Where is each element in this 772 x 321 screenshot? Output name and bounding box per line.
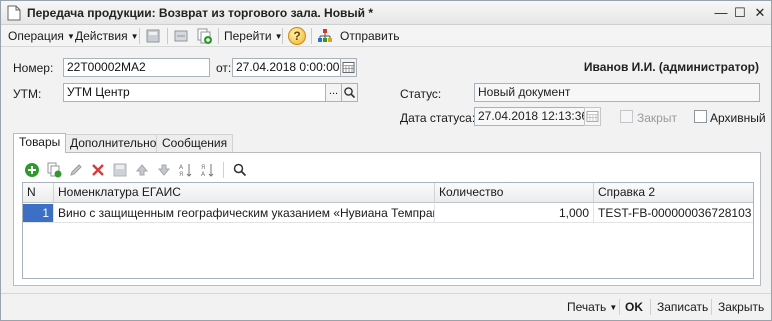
print-menu-label: Печать (567, 300, 607, 314)
document-icon (7, 5, 21, 21)
goto-menu-label: Перейти (224, 29, 272, 43)
tab-messages[interactable]: Сообщения (156, 134, 234, 152)
calendar-icon (342, 62, 355, 73)
minimize-button[interactable]: — (712, 4, 730, 21)
chevron-down-icon: ▼ (609, 303, 618, 312)
toolbar-divider (282, 28, 283, 44)
operation-menu-label: Операция (8, 29, 64, 43)
archived-label: Архивный (710, 111, 766, 125)
toolbar-divider (218, 28, 219, 44)
row-number-cell[interactable]: 1 (23, 204, 54, 223)
quantity-cell[interactable]: 1,000 (435, 204, 594, 223)
delete-row-icon[interactable] (90, 162, 106, 178)
toolbar-divider (139, 28, 140, 44)
utm-field[interactable]: УТМ Центр (63, 83, 326, 102)
post-document-icon[interactable] (144, 27, 162, 45)
move-up-icon[interactable] (134, 162, 150, 178)
title-bar: Передача продукции: Возврат из торгового… (1, 1, 771, 25)
status-date-field: 27.04.2018 12:13:36 (474, 107, 585, 126)
column-header-quantity[interactable]: Количество (435, 183, 594, 203)
actions-menu[interactable]: Действия ▼ (75, 28, 139, 44)
copy-document-icon[interactable] (195, 27, 213, 45)
number-field[interactable]: 22T00002MA2 (63, 58, 210, 77)
hierarchy-send-icon[interactable] (316, 27, 334, 45)
close-window-button[interactable]: ✕ (751, 4, 769, 21)
copy-row-icon[interactable] (46, 162, 62, 178)
status-calendar-button (584, 107, 601, 126)
status-date-label: Дата статуса: (400, 111, 476, 125)
column-header-nomenclature[interactable]: Номенклатура ЕГАИС (54, 183, 435, 203)
ok-button[interactable]: OK (625, 299, 643, 315)
nomenclature-cell[interactable]: Вино с защищенным географическим указани… (54, 204, 435, 223)
move-down-icon[interactable] (156, 162, 172, 178)
edit-row-icon[interactable] (68, 162, 84, 178)
utm-select-button[interactable]: ... (325, 83, 342, 102)
footer-divider (711, 299, 712, 315)
main-toolbar: Операция ▼ Действия ▼ Перейти ▼ ? Отправ… (1, 25, 771, 47)
panel-toolbar-divider (223, 162, 224, 178)
calendar-icon (586, 111, 599, 122)
search-icon (344, 87, 356, 99)
toolbar-divider (167, 28, 168, 44)
sort-descending-icon[interactable]: Я A (200, 162, 216, 178)
reference-cell[interactable]: TEST-FB-000000036728103 (594, 204, 753, 223)
maximize-button[interactable]: ☐ (731, 4, 749, 21)
column-header-reference[interactable]: Справка 2 (594, 183, 753, 203)
help-icon[interactable]: ? (288, 27, 306, 45)
goods-tab-panel: A Я Я A N Номенклатура ЕГАИС Количество … (13, 152, 761, 286)
footer-divider (619, 299, 620, 315)
footer-divider (650, 299, 651, 315)
svg-text:Я: Я (179, 171, 183, 178)
number-label: Номер: (13, 61, 54, 75)
goods-table: N Номенклатура ЕГАИС Количество Справка … (22, 182, 754, 279)
save-row-icon (113, 163, 127, 177)
utm-open-button[interactable] (341, 83, 358, 102)
calendar-button[interactable] (340, 58, 357, 77)
structure-icon[interactable] (172, 27, 190, 45)
utm-label: УТМ: (13, 87, 42, 101)
sort-ascending-icon[interactable]: A Я (178, 162, 194, 178)
date-field[interactable]: 27.04.2018 0:00:00 (232, 58, 341, 77)
from-label: от: (216, 61, 232, 75)
add-row-icon[interactable] (24, 162, 40, 178)
search-icon[interactable] (232, 162, 248, 178)
print-menu[interactable]: Печать ▼ (567, 299, 617, 315)
svg-text:A: A (179, 164, 184, 171)
document-window: Передача продукции: Возврат из торгового… (0, 0, 772, 321)
close-button[interactable]: Закрыть (718, 299, 764, 315)
status-field: Новый документ (474, 83, 760, 102)
status-label: Статус: (400, 87, 442, 101)
send-button[interactable]: Отправить (340, 28, 400, 44)
svg-text:Я: Я (201, 164, 205, 171)
chevron-down-icon: ▼ (130, 32, 139, 41)
goto-menu[interactable]: Перейти ▼ (224, 28, 282, 44)
form-footer: Печать ▼ OK Записать Закрыть (1, 293, 771, 320)
closed-checkbox (620, 110, 633, 123)
operation-menu[interactable]: Операция ▼ (8, 28, 75, 44)
column-header-n[interactable]: N (23, 183, 54, 203)
window-title: Передача продукции: Возврат из торгового… (27, 6, 374, 20)
svg-text:A: A (201, 171, 206, 178)
current-user: Иванов И.И. (администратор) (583, 60, 759, 74)
closed-label: Закрыт (637, 111, 677, 125)
tab-additional[interactable]: Дополнительно (64, 134, 163, 152)
archived-checkbox[interactable] (694, 110, 707, 123)
toolbar-divider (311, 28, 312, 44)
actions-menu-label: Действия (75, 29, 128, 43)
chevron-down-icon: ▼ (66, 32, 75, 41)
save-button[interactable]: Записать (657, 299, 708, 315)
tab-goods[interactable]: Товары (13, 133, 67, 153)
